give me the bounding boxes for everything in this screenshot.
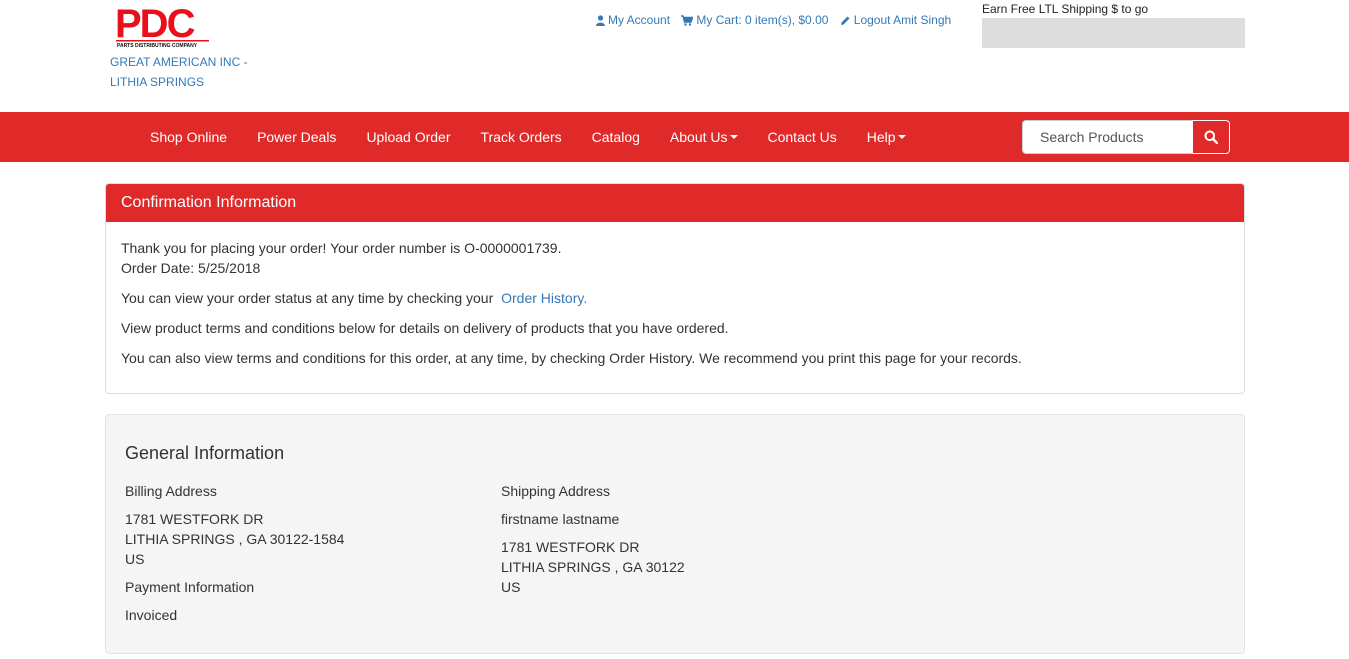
confirmation-panel: Confirmation Information Thank you for p…	[105, 183, 1245, 394]
nav-item-upload-order[interactable]: Upload Order	[351, 112, 465, 162]
confirmation-panel-body: Thank you for placing your order! Your o…	[106, 222, 1244, 368]
shipping-street: 1781 WESTFORK DR	[501, 539, 640, 555]
general-information-title: General Information	[125, 443, 285, 463]
nav-item-label: Power Deals	[257, 129, 337, 145]
billing-address-label: Billing Address	[125, 483, 217, 499]
confirmation-panel-title: Confirmation Information	[106, 184, 1244, 222]
shipping-name: firstname lastname	[501, 511, 620, 527]
nav-menu: Shop Online Power Deals Upload Order Track …	[135, 112, 921, 162]
nav-item-track-orders[interactable]: Track Orders	[465, 112, 576, 162]
pencil-icon	[840, 16, 850, 25]
nav-item-label: Help	[866, 129, 896, 145]
billing-street: 1781 WESTFORK DR	[125, 511, 264, 527]
billing-address: 1781 WESTFORK DR LITHIA SPRINGS , GA 301…	[125, 509, 344, 569]
search-icon	[1204, 130, 1218, 144]
top-links: My Account My Cart: 0 item(s), $0.00 Log…	[596, 13, 959, 29]
order-status-text: You can view your order status at any ti…	[121, 290, 494, 306]
caret-down-icon	[729, 135, 738, 139]
my-account-link[interactable]: My Account	[596, 13, 670, 27]
my-account-label: My Account	[608, 13, 671, 27]
my-cart-label: My Cart: 0 item(s), $0.00	[696, 13, 829, 27]
nav-item-help[interactable]: Help	[852, 112, 921, 162]
company-line-2[interactable]: LITHIA SPRINGS	[110, 72, 248, 92]
nav-item-label: Contact Us	[767, 129, 837, 145]
billing-column: Billing Address 1781 WESTFORK DR LITHIA …	[125, 481, 344, 625]
nav-item-catalog[interactable]: Catalog	[577, 112, 655, 162]
logout-link[interactable]: Logout Amit Singh	[840, 13, 951, 27]
order-date-text: Order Date: 5/25/2018	[121, 260, 261, 276]
shipping-column: Shipping Address firstname lastname 1781…	[501, 481, 685, 597]
free-shipping-progress-bar	[982, 18, 1245, 48]
shipping-country: US	[501, 579, 521, 595]
billing-country: US	[125, 551, 145, 567]
nav-item-power-deals[interactable]: Power Deals	[242, 112, 351, 162]
nav-item-label: About Us	[669, 129, 728, 145]
shipping-city: LITHIA SPRINGS , GA 30122	[501, 559, 685, 575]
main-navbar: Shop Online Power Deals Upload Order Track …	[0, 112, 1349, 162]
company-name[interactable]: GREAT AMERICAN INC - LITHIA SPRINGS	[110, 52, 248, 92]
svg-text:PDC: PDC	[115, 3, 195, 46]
order-history-link[interactable]: Order History.	[501, 290, 587, 306]
caret-down-icon	[897, 135, 906, 139]
records-text: You can also view terms and conditions f…	[121, 350, 1022, 366]
shipping-address-label: Shipping Address	[501, 483, 610, 499]
search-button[interactable]	[1192, 120, 1230, 154]
user-icon	[596, 14, 605, 26]
free-shipping-label: Earn Free LTL Shipping $ to go	[982, 2, 1149, 16]
nav-item-label: Track Orders	[480, 129, 562, 145]
terms-text: View product terms and conditions below …	[121, 320, 729, 336]
general-information-panel: General Information Billing Address 1781…	[105, 414, 1245, 654]
billing-city: LITHIA SPRINGS , GA 30122-1584	[125, 531, 345, 547]
svg-text:PARTS DISTRIBUTING COMPANY: PARTS DISTRIBUTING COMPANY	[117, 43, 198, 49]
nav-item-shop-online[interactable]: Shop Online	[135, 112, 242, 162]
nav-item-label: Shop Online	[150, 129, 228, 145]
nav-item-label: Catalog	[591, 129, 640, 145]
my-cart-link[interactable]: My Cart: 0 item(s), $0.00	[681, 13, 828, 27]
nav-item-about-us[interactable]: About Us	[655, 112, 753, 162]
search-input[interactable]	[1022, 120, 1192, 154]
logout-label: Logout Amit Singh	[853, 13, 952, 27]
cart-icon	[681, 14, 694, 26]
order-number-text: Thank you for placing your order! Your o…	[121, 240, 562, 256]
company-line-1[interactable]: GREAT AMERICAN INC -	[110, 52, 248, 72]
nav-item-label: Upload Order	[366, 129, 451, 145]
payment-method: Invoiced	[125, 607, 178, 623]
search-form	[1022, 120, 1230, 154]
payment-information-label: Payment Information	[125, 579, 255, 595]
shipping-address: 1781 WESTFORK DR LITHIA SPRINGS , GA 301…	[501, 537, 685, 597]
nav-item-contact-us[interactable]: Contact Us	[753, 112, 852, 162]
pdc-logo[interactable]: PDC PARTS DISTRIBUTING COMPANY	[115, 2, 211, 49]
